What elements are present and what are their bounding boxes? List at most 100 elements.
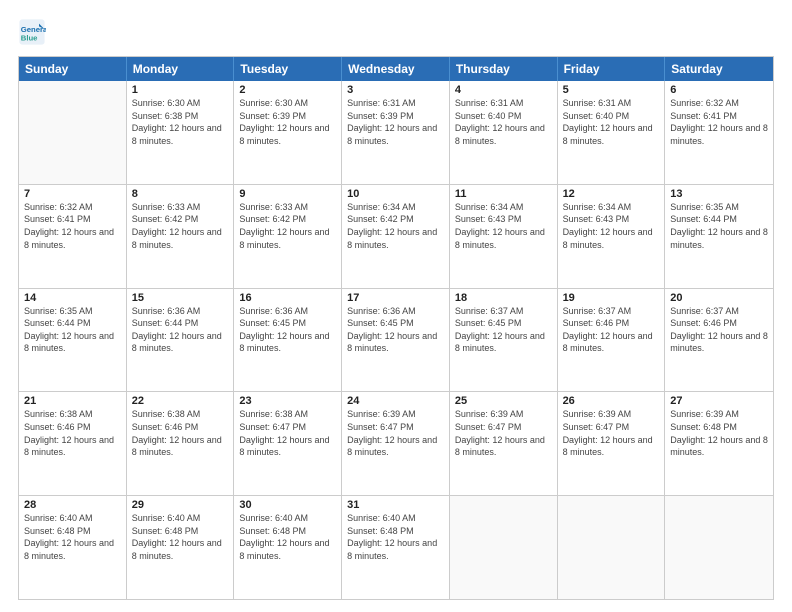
calendar-cell: 16Sunrise: 6:36 AMSunset: 6:45 PMDayligh…	[234, 289, 342, 392]
calendar-header: SundayMondayTuesdayWednesdayThursdayFrid…	[19, 57, 773, 81]
calendar-cell	[665, 496, 773, 599]
calendar-cell: 25Sunrise: 6:39 AMSunset: 6:47 PMDayligh…	[450, 392, 558, 495]
cell-info: Sunrise: 6:33 AMSunset: 6:42 PMDaylight:…	[132, 201, 229, 251]
calendar-cell: 23Sunrise: 6:38 AMSunset: 6:47 PMDayligh…	[234, 392, 342, 495]
header-day-friday: Friday	[558, 57, 666, 81]
calendar-row-3: 21Sunrise: 6:38 AMSunset: 6:46 PMDayligh…	[19, 392, 773, 496]
calendar-cell: 3Sunrise: 6:31 AMSunset: 6:39 PMDaylight…	[342, 81, 450, 184]
calendar-cell: 21Sunrise: 6:38 AMSunset: 6:46 PMDayligh…	[19, 392, 127, 495]
day-number: 23	[239, 395, 336, 407]
header-day-sunday: Sunday	[19, 57, 127, 81]
day-number: 31	[347, 499, 444, 511]
calendar-cell: 17Sunrise: 6:36 AMSunset: 6:45 PMDayligh…	[342, 289, 450, 392]
cell-info: Sunrise: 6:35 AMSunset: 6:44 PMDaylight:…	[670, 201, 768, 251]
day-number: 4	[455, 84, 552, 96]
calendar-row-1: 7Sunrise: 6:32 AMSunset: 6:41 PMDaylight…	[19, 185, 773, 289]
logo: General Blue	[18, 18, 50, 46]
calendar-cell	[450, 496, 558, 599]
day-number: 12	[563, 188, 660, 200]
calendar-cell: 24Sunrise: 6:39 AMSunset: 6:47 PMDayligh…	[342, 392, 450, 495]
calendar-cell: 30Sunrise: 6:40 AMSunset: 6:48 PMDayligh…	[234, 496, 342, 599]
cell-info: Sunrise: 6:40 AMSunset: 6:48 PMDaylight:…	[132, 512, 229, 562]
calendar-cell: 2Sunrise: 6:30 AMSunset: 6:39 PMDaylight…	[234, 81, 342, 184]
day-number: 26	[563, 395, 660, 407]
calendar-cell: 31Sunrise: 6:40 AMSunset: 6:48 PMDayligh…	[342, 496, 450, 599]
day-number: 24	[347, 395, 444, 407]
cell-info: Sunrise: 6:37 AMSunset: 6:46 PMDaylight:…	[670, 305, 768, 355]
day-number: 11	[455, 188, 552, 200]
calendar-cell: 8Sunrise: 6:33 AMSunset: 6:42 PMDaylight…	[127, 185, 235, 288]
calendar-cell: 5Sunrise: 6:31 AMSunset: 6:40 PMDaylight…	[558, 81, 666, 184]
calendar-cell: 20Sunrise: 6:37 AMSunset: 6:46 PMDayligh…	[665, 289, 773, 392]
calendar-cell: 12Sunrise: 6:34 AMSunset: 6:43 PMDayligh…	[558, 185, 666, 288]
header-day-thursday: Thursday	[450, 57, 558, 81]
cell-info: Sunrise: 6:36 AMSunset: 6:45 PMDaylight:…	[347, 305, 444, 355]
day-number: 13	[670, 188, 768, 200]
cell-info: Sunrise: 6:31 AMSunset: 6:39 PMDaylight:…	[347, 97, 444, 147]
calendar-cell: 29Sunrise: 6:40 AMSunset: 6:48 PMDayligh…	[127, 496, 235, 599]
calendar-cell: 19Sunrise: 6:37 AMSunset: 6:46 PMDayligh…	[558, 289, 666, 392]
cell-info: Sunrise: 6:38 AMSunset: 6:47 PMDaylight:…	[239, 408, 336, 458]
calendar-cell: 18Sunrise: 6:37 AMSunset: 6:45 PMDayligh…	[450, 289, 558, 392]
cell-info: Sunrise: 6:39 AMSunset: 6:47 PMDaylight:…	[563, 408, 660, 458]
day-number: 22	[132, 395, 229, 407]
calendar-cell: 1Sunrise: 6:30 AMSunset: 6:38 PMDaylight…	[127, 81, 235, 184]
cell-info: Sunrise: 6:37 AMSunset: 6:45 PMDaylight:…	[455, 305, 552, 355]
calendar-cell: 28Sunrise: 6:40 AMSunset: 6:48 PMDayligh…	[19, 496, 127, 599]
cell-info: Sunrise: 6:33 AMSunset: 6:42 PMDaylight:…	[239, 201, 336, 251]
cell-info: Sunrise: 6:38 AMSunset: 6:46 PMDaylight:…	[132, 408, 229, 458]
page: General Blue SundayMondayTuesdayWednesda…	[0, 0, 792, 612]
day-number: 20	[670, 292, 768, 304]
day-number: 16	[239, 292, 336, 304]
cell-info: Sunrise: 6:39 AMSunset: 6:47 PMDaylight:…	[347, 408, 444, 458]
logo-icon: General Blue	[18, 18, 46, 46]
calendar-cell: 27Sunrise: 6:39 AMSunset: 6:48 PMDayligh…	[665, 392, 773, 495]
cell-info: Sunrise: 6:39 AMSunset: 6:48 PMDaylight:…	[670, 408, 768, 458]
calendar-cell: 14Sunrise: 6:35 AMSunset: 6:44 PMDayligh…	[19, 289, 127, 392]
day-number: 17	[347, 292, 444, 304]
cell-info: Sunrise: 6:40 AMSunset: 6:48 PMDaylight:…	[239, 512, 336, 562]
day-number: 8	[132, 188, 229, 200]
day-number: 14	[24, 292, 121, 304]
day-number: 29	[132, 499, 229, 511]
header-day-monday: Monday	[127, 57, 235, 81]
calendar-row-0: 1Sunrise: 6:30 AMSunset: 6:38 PMDaylight…	[19, 81, 773, 185]
day-number: 15	[132, 292, 229, 304]
cell-info: Sunrise: 6:34 AMSunset: 6:43 PMDaylight:…	[455, 201, 552, 251]
header-day-saturday: Saturday	[665, 57, 773, 81]
calendar-cell	[558, 496, 666, 599]
cell-info: Sunrise: 6:34 AMSunset: 6:43 PMDaylight:…	[563, 201, 660, 251]
calendar-cell: 9Sunrise: 6:33 AMSunset: 6:42 PMDaylight…	[234, 185, 342, 288]
cell-info: Sunrise: 6:32 AMSunset: 6:41 PMDaylight:…	[670, 97, 768, 147]
cell-info: Sunrise: 6:34 AMSunset: 6:42 PMDaylight:…	[347, 201, 444, 251]
header-day-wednesday: Wednesday	[342, 57, 450, 81]
svg-text:General: General	[21, 25, 46, 34]
day-number: 25	[455, 395, 552, 407]
day-number: 27	[670, 395, 768, 407]
day-number: 28	[24, 499, 121, 511]
cell-info: Sunrise: 6:38 AMSunset: 6:46 PMDaylight:…	[24, 408, 121, 458]
calendar-cell: 26Sunrise: 6:39 AMSunset: 6:47 PMDayligh…	[558, 392, 666, 495]
day-number: 21	[24, 395, 121, 407]
calendar-cell: 6Sunrise: 6:32 AMSunset: 6:41 PMDaylight…	[665, 81, 773, 184]
calendar-cell: 7Sunrise: 6:32 AMSunset: 6:41 PMDaylight…	[19, 185, 127, 288]
calendar-row-4: 28 Sunrise: 6:40 AMSunset: 6:48 PMDayligh…	[19, 496, 773, 599]
day-number: 1	[132, 84, 229, 96]
svg-text:Blue: Blue	[21, 33, 38, 42]
cell-info: Sunrise: 6:32 AMSunset: 6:41 PMDaylight:…	[24, 201, 121, 251]
calendar-cell: 10Sunrise: 6:34 AMSunset: 6:42 PMDayligh…	[342, 185, 450, 288]
header-day-tuesday: Tuesday	[234, 57, 342, 81]
calendar-body: 1Sunrise: 6:30 AMSunset: 6:38 PMDaylight…	[19, 81, 773, 599]
calendar-cell	[19, 81, 127, 184]
cell-info: Sunrise: 6:30 AMSunset: 6:39 PMDaylight:…	[239, 97, 336, 147]
calendar-cell: 22Sunrise: 6:38 AMSunset: 6:46 PMDayligh…	[127, 392, 235, 495]
calendar-cell: 15Sunrise: 6:36 AMSunset: 6:44 PMDayligh…	[127, 289, 235, 392]
day-number: 2	[239, 84, 336, 96]
cell-info: Sunrise: 6:36 AMSunset: 6:45 PMDaylight:…	[239, 305, 336, 355]
cell-info: Sunrise: 6:31 AMSunset: 6:40 PMDaylight:…	[563, 97, 660, 147]
day-number: 3	[347, 84, 444, 96]
day-number: 7	[24, 188, 121, 200]
day-number: 6	[670, 84, 768, 96]
calendar-cell: 11Sunrise: 6:34 AMSunset: 6:43 PMDayligh…	[450, 185, 558, 288]
calendar-row-2: 14Sunrise: 6:35 AMSunset: 6:44 PMDayligh…	[19, 289, 773, 393]
